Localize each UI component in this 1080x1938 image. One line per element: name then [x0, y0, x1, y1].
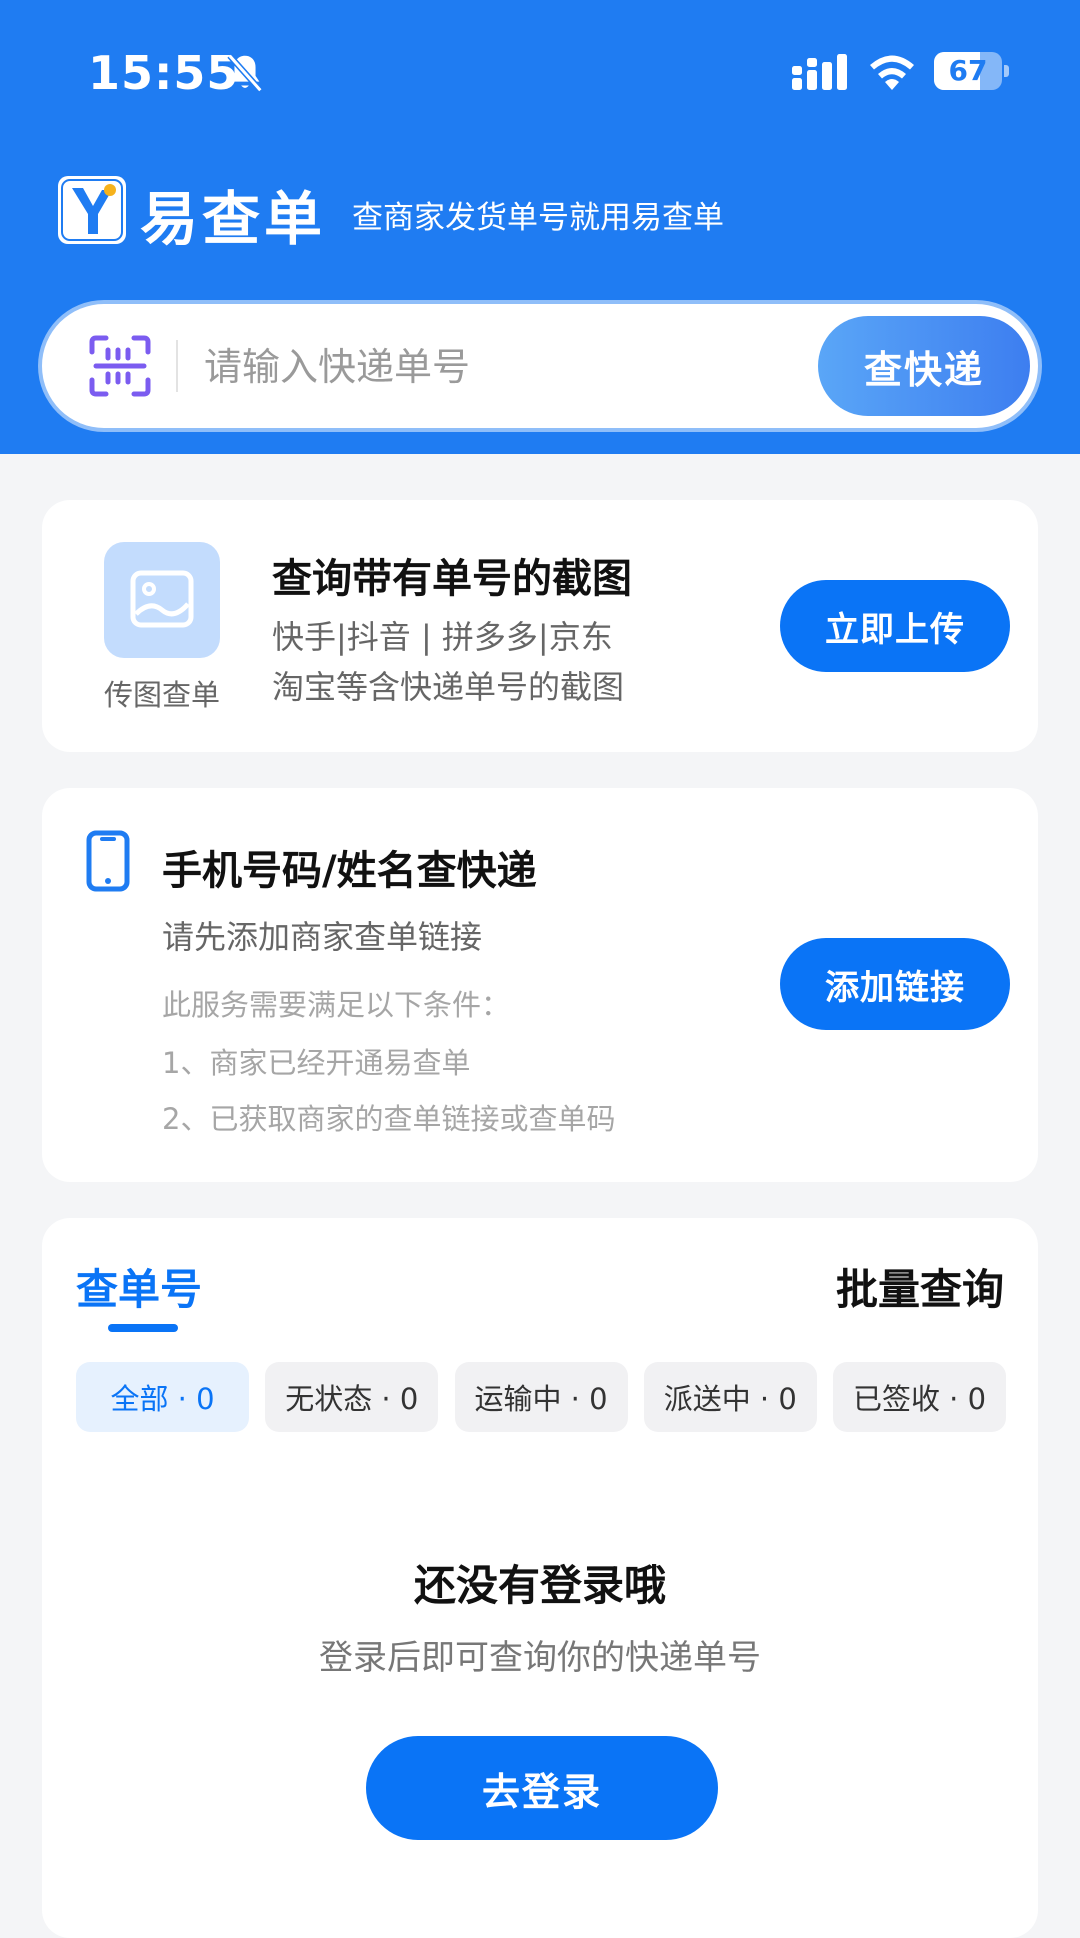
batch-query-link[interactable]: 批量查询	[836, 1256, 1004, 1317]
tracking-number-input[interactable]	[202, 330, 826, 404]
filter-chip-no-status[interactable]: 无状态 · 0	[265, 1362, 439, 1432]
wifi-icon	[870, 55, 914, 90]
empty-state-title: 还没有登录哦	[413, 1561, 666, 1610]
condition-1: 1、商家已经开通易查单	[162, 1046, 471, 1080]
scan-barcode-icon[interactable]	[88, 334, 152, 398]
status-filter-bar: 全部 · 0 无状态 · 0 运输中 · 0 派送中 · 0 已签收 · 0	[76, 1362, 1006, 1434]
battery-body: 67	[934, 52, 1002, 90]
filter-chip-signed[interactable]: 已签收 · 0	[833, 1362, 1006, 1432]
screenshot-query-title: 查询带有单号的截图	[272, 556, 632, 602]
bell-muted-icon	[227, 53, 263, 93]
conditions-title: 此服务需要满足以下条件：	[162, 988, 511, 1022]
app-logo-icon	[58, 176, 126, 244]
filter-chip-delivering[interactable]: 派送中 · 0	[643, 1362, 817, 1432]
add-link-button[interactable]: 添加链接	[780, 938, 1010, 1030]
cellular-signal-icon	[792, 54, 847, 90]
mobile-phone-icon	[86, 830, 130, 892]
tracking-search-bar: 查快递	[42, 304, 1038, 428]
empty-state-subtitle: 登录后即可查询你的快递单号	[319, 1638, 761, 1678]
screenshot-query-desc-1: 快手|抖音 | 拼多多|京东	[272, 618, 613, 656]
battery-indicator: 67	[934, 52, 1010, 92]
app-name: 易查单	[140, 185, 327, 253]
phone-query-title: 手机号码/姓名查快递	[162, 848, 537, 894]
search-divider	[176, 340, 178, 392]
tab-active-indicator	[108, 1324, 178, 1332]
status-time: 15:55	[88, 46, 240, 100]
login-button[interactable]: 去登录	[366, 1736, 718, 1840]
upload-icon-label: 传图查单	[103, 678, 220, 712]
app-slogan: 查商家发货单号就用易查单	[352, 200, 724, 236]
upload-image-button[interactable]	[104, 542, 220, 658]
battery-nub	[1004, 65, 1009, 77]
phone-query-subtitle: 请先添加商家查单链接	[162, 918, 483, 956]
upload-now-button[interactable]: 立即上传	[780, 580, 1010, 672]
filter-chip-in-transit[interactable]: 运输中 · 0	[454, 1362, 628, 1432]
image-icon	[130, 570, 194, 628]
phone-query-card: 手机号码/姓名查快递 请先添加商家查单链接 此服务需要满足以下条件： 1、商家已…	[42, 788, 1038, 1182]
tab-query-number[interactable]: 查单号	[76, 1256, 202, 1317]
battery-level: 67	[948, 54, 988, 87]
search-express-button[interactable]: 查快递	[818, 316, 1030, 416]
screenshot-query-card: 传图查单 查询带有单号的截图 快手|抖音 | 拼多多|京东 淘宝等含快递单号的截…	[42, 500, 1038, 752]
filter-chip-all[interactable]: 全部 · 0	[76, 1362, 249, 1432]
screenshot-query-desc-2: 淘宝等含快递单号的截图	[272, 668, 625, 706]
condition-2: 2、已获取商家的查单链接或查单码	[162, 1102, 616, 1136]
orders-card: 查单号 批量查询 全部 · 0 无状态 · 0 运输中 · 0 派送中 · 0 …	[42, 1218, 1038, 1938]
